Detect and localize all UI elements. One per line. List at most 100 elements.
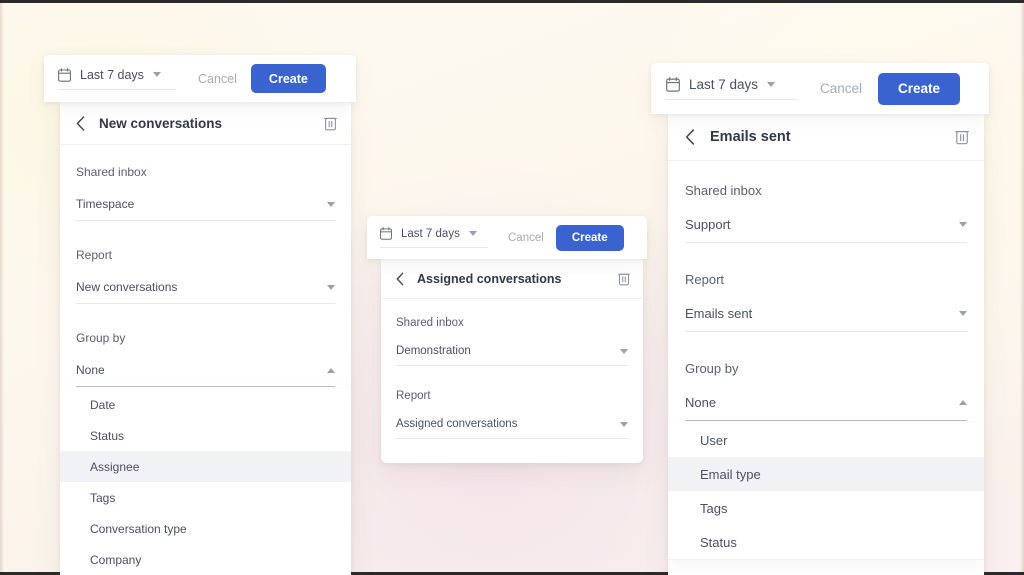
- card3-group-by-dropdown: User Email type Tags Status: [668, 423, 984, 560]
- card3-date-label: Last 7 days: [689, 77, 759, 92]
- dropdown-option-selected[interactable]: Email type: [668, 457, 984, 491]
- dropdown-option-label: Email type: [700, 466, 761, 482]
- chevron-left-icon[interactable]: [685, 129, 695, 145]
- card3-field-report-label: Report: [685, 272, 725, 287]
- card3-select-group-by[interactable]: None: [685, 395, 967, 421]
- card2-select-report[interactable]: Assigned conversations: [396, 418, 628, 439]
- card2-topbar: Last 7 days Cancel Create: [367, 216, 647, 259]
- card2-panel-title: Assigned conversations: [417, 271, 562, 286]
- card2-field-shared-inbox: Shared inbox Demonstration: [381, 299, 643, 366]
- card1-select-shared-inbox[interactable]: Timespace: [76, 197, 335, 221]
- left-edge-shade: [0, 0, 4, 575]
- dropdown-option-selected[interactable]: Assignee: [60, 451, 351, 482]
- trash-icon[interactable]: [324, 116, 337, 131]
- card2-cancel-button[interactable]: Cancel: [496, 232, 556, 244]
- chevron-down-icon: [959, 222, 967, 227]
- dropdown-option-label: Tags: [700, 500, 728, 516]
- card1-field-shared-inbox: Shared inbox Timespace: [60, 145, 351, 221]
- card2-panel-header: Assigned conversations: [381, 259, 643, 299]
- chevron-down-icon: [327, 201, 335, 207]
- card2-field-report: Report Assigned conversations: [381, 366, 643, 439]
- dropdown-option[interactable]: Tags: [668, 491, 984, 525]
- card1-field-group-by: Group by None: [60, 304, 351, 387]
- card3-panel-title: Emails sent: [710, 129, 791, 145]
- dropdown-option[interactable]: Company: [60, 544, 351, 575]
- card1-topbar: Last 7 days Cancel Create: [44, 55, 356, 102]
- chevron-down-icon: [620, 348, 628, 354]
- report-card-emails-sent: Last 7 days Cancel Create Emails sent Sh…: [651, 63, 989, 575]
- chevron-down-icon: [767, 82, 776, 87]
- card1-select-group-by[interactable]: None: [76, 363, 335, 387]
- card1-select-report[interactable]: New conversations: [76, 280, 335, 304]
- chevron-up-icon: [327, 367, 335, 373]
- card3-select-shared-inbox[interactable]: Support: [685, 217, 967, 243]
- card2-select-report-value: Assigned conversations: [396, 418, 518, 430]
- card1-field-group-by-label: Group by: [76, 331, 126, 345]
- card1-field-report-label: Report: [76, 248, 113, 262]
- dropdown-option-label: Company: [90, 552, 142, 567]
- card3-select-group-by-value: None: [685, 395, 717, 410]
- report-card-assigned-conversations: Last 7 days Cancel Create Assigned conve…: [367, 216, 647, 463]
- card1-panel-title: New conversations: [99, 115, 223, 131]
- calendar-icon: [58, 67, 71, 82]
- card2-date-range-picker[interactable]: Last 7 days: [380, 227, 488, 248]
- card2-field-report-label: Report: [396, 390, 431, 402]
- card1-cancel-button[interactable]: Cancel: [184, 72, 251, 86]
- card1-panel: New conversations Shared inbox Timespace…: [60, 102, 351, 575]
- card1-create-button[interactable]: Create: [250, 64, 326, 93]
- card3-cancel-button[interactable]: Cancel: [804, 81, 878, 96]
- card2-select-shared-inbox-value: Demonstration: [396, 345, 471, 357]
- card3-select-shared-inbox-value: Support: [685, 217, 731, 232]
- dropdown-option-label: Status: [700, 534, 737, 550]
- dropdown-option-label: Conversation type: [90, 521, 187, 536]
- chevron-left-icon[interactable]: [396, 272, 404, 286]
- dropdown-option[interactable]: Status: [668, 525, 984, 559]
- chevron-down-icon: [152, 72, 161, 77]
- chevron-down-icon: [327, 284, 335, 290]
- card1-date-range-picker[interactable]: Last 7 days: [58, 68, 176, 90]
- chevron-left-icon[interactable]: [76, 115, 85, 131]
- card3-field-shared-inbox-label: Shared inbox: [685, 183, 762, 198]
- chevron-down-icon: [620, 421, 628, 427]
- card1-panel-header: New conversations: [60, 102, 351, 145]
- card3-select-report-value: Emails sent: [685, 306, 753, 321]
- card3-field-shared-inbox: Shared inbox Support: [668, 161, 984, 243]
- card3-topbar: Last 7 days Cancel Create: [651, 63, 989, 114]
- dropdown-option-label: Date: [90, 397, 116, 412]
- dropdown-option[interactable]: Status: [60, 420, 351, 451]
- card3-create-button[interactable]: Create: [878, 72, 961, 105]
- dropdown-option-label: User: [700, 432, 728, 448]
- card1-date-label: Last 7 days: [80, 67, 144, 82]
- chevron-up-icon: [959, 400, 967, 405]
- card2-date-label: Last 7 days: [401, 227, 460, 240]
- card3-date-range-picker[interactable]: Last 7 days: [666, 77, 796, 100]
- calendar-icon: [380, 227, 392, 240]
- chevron-down-icon: [468, 231, 477, 236]
- card3-field-group-by-label: Group by: [685, 361, 739, 376]
- card2-field-shared-inbox-label: Shared inbox: [396, 317, 464, 329]
- card1-field-shared-inbox-label: Shared inbox: [76, 165, 147, 179]
- card2-select-shared-inbox[interactable]: Demonstration: [396, 345, 628, 366]
- card3-panel: Emails sent Shared inbox Support Report …: [668, 114, 984, 575]
- dropdown-option[interactable]: Date: [60, 389, 351, 420]
- card2-panel: Assigned conversations Shared inbox Demo…: [381, 259, 643, 463]
- dropdown-option[interactable]: Conversation type: [60, 513, 351, 544]
- dropdown-option[interactable]: User: [668, 423, 984, 457]
- dropdown-option[interactable]: Tags: [60, 482, 351, 513]
- card1-select-shared-inbox-value: Timespace: [76, 197, 135, 211]
- dropdown-option-label: Status: [90, 428, 125, 443]
- card1-group-by-dropdown: Date Status Assignee Tags Conversation t…: [60, 389, 351, 575]
- card1-select-report-value: New conversations: [76, 280, 178, 294]
- dropdown-option-label: Tags: [90, 490, 116, 505]
- dropdown-option-label: Assignee: [90, 459, 140, 474]
- card2-create-button[interactable]: Create: [555, 224, 624, 251]
- card3-panel-header: Emails sent: [668, 114, 984, 161]
- card3-select-report[interactable]: Emails sent: [685, 306, 967, 332]
- trash-icon[interactable]: [618, 272, 630, 286]
- card1-select-group-by-value: None: [76, 363, 105, 377]
- right-edge-shade: [1020, 0, 1024, 575]
- trash-icon[interactable]: [955, 129, 969, 145]
- report-card-new-conversations: Last 7 days Cancel Create New conversati…: [44, 55, 356, 575]
- card3-field-report: Report Emails sent: [668, 243, 984, 332]
- calendar-icon: [666, 77, 680, 92]
